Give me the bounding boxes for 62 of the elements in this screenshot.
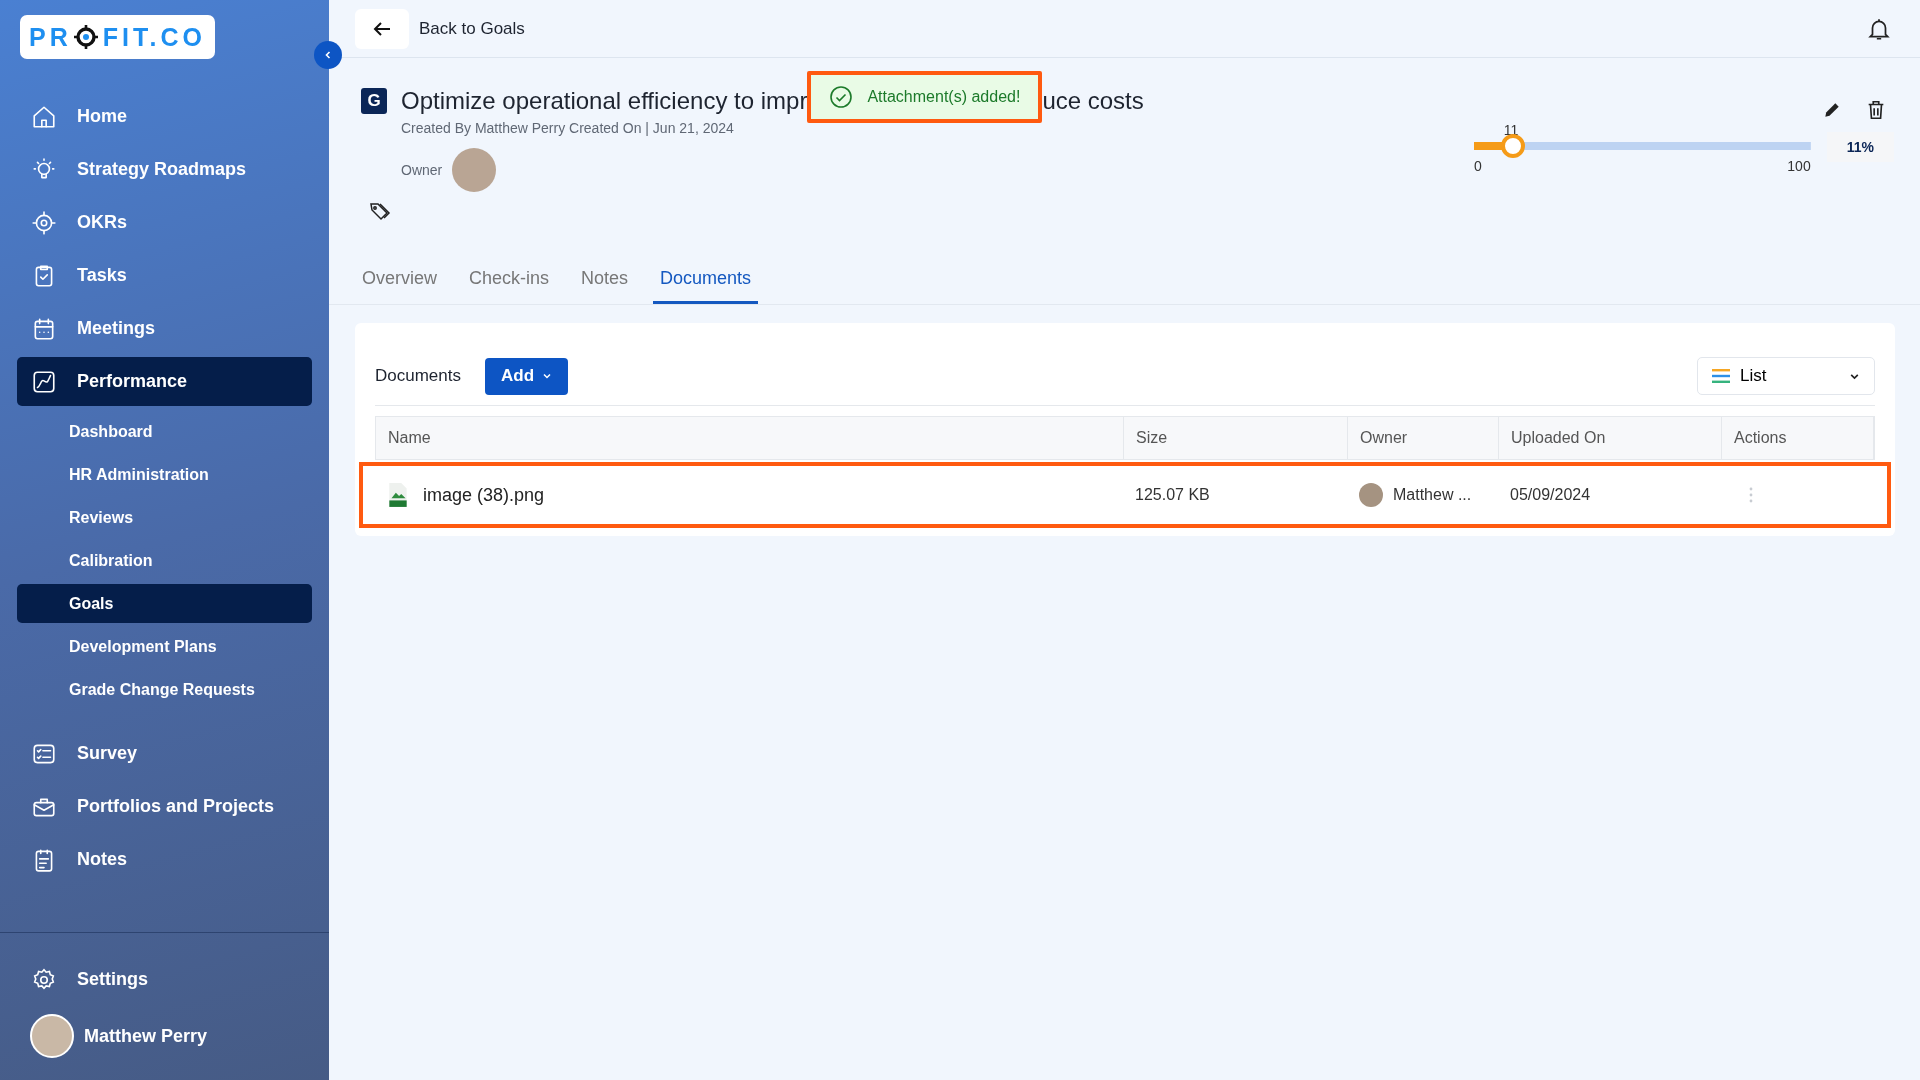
- nav-subitem[interactable]: Development Plans: [17, 627, 312, 666]
- nav-item[interactable]: Performance: [17, 357, 312, 406]
- nav-item[interactable]: Meetings: [17, 304, 312, 353]
- goal-title: uce costs: [1042, 87, 1144, 115]
- add-button[interactable]: Add: [485, 357, 569, 395]
- tab[interactable]: Overview: [355, 258, 444, 304]
- image-file-icon: [387, 482, 409, 508]
- toast-message: Attachment(s) added!: [867, 88, 1021, 106]
- progress-percent: 11%: [1826, 132, 1894, 162]
- chevron-down-icon: [542, 371, 553, 381]
- settings-item[interactable]: Settings: [17, 955, 312, 1004]
- target-icon: [31, 209, 57, 236]
- table-cell-text: 125.07 KB: [1134, 485, 1211, 505]
- file-name[interactable]: image (38).png: [423, 484, 545, 506]
- nav-subitem[interactable]: Goals: [17, 584, 312, 623]
- slider-thumb[interactable]: [1501, 134, 1526, 158]
- column-header: Actions: [1722, 417, 1874, 459]
- goal-meta: Created By Matthew Perry Created On | Jun 21, 2024: [401, 120, 735, 136]
- nav-subitem[interactable]: HR Administration: [17, 455, 312, 494]
- column-header: Name: [376, 417, 1124, 459]
- table-cell-text: 05/09/2024: [1509, 485, 1592, 505]
- owner-label: Owner: [401, 162, 443, 178]
- check-circle-icon: [829, 85, 854, 109]
- back-button[interactable]: [355, 8, 409, 49]
- nav-item[interactable]: Strategy Roadmaps: [17, 145, 312, 194]
- nav-item[interactable]: OKRs: [17, 198, 312, 247]
- logo-text: FIT.CO: [102, 22, 206, 52]
- tab[interactable]: Documents: [653, 258, 759, 304]
- nav-subitem[interactable]: Dashboard: [17, 412, 312, 451]
- nav-subitem[interactable]: Calibration: [17, 541, 312, 580]
- user-avatar[interactable]: [30, 1014, 74, 1058]
- owner-avatar: [452, 148, 497, 192]
- column-header: Size: [1124, 417, 1348, 459]
- slider-value: 11: [1503, 122, 1519, 138]
- goal-title: Optimize operational efficiency to impr: [401, 87, 808, 115]
- back-link[interactable]: Back to Goals: [419, 18, 525, 39]
- tab[interactable]: Notes: [574, 258, 636, 304]
- owner-avatar: [1359, 483, 1383, 507]
- slider-min: 0: [1474, 158, 1482, 174]
- column-header: Uploaded On: [1499, 417, 1722, 459]
- nav-subitem[interactable]: Grade Change Requests: [17, 670, 312, 709]
- documents-title: Documents: [375, 366, 461, 386]
- nav-subitem[interactable]: Reviews: [17, 498, 312, 537]
- view-dropdown[interactable]: List: [1697, 357, 1875, 395]
- collapse-button[interactable]: [314, 41, 342, 69]
- nav-item[interactable]: Survey: [17, 729, 312, 778]
- slider-max: 100: [1787, 158, 1811, 174]
- column-header: Owner: [1348, 417, 1499, 459]
- logo-text: PR: [29, 22, 72, 52]
- nav-item[interactable]: Tasks: [17, 251, 312, 300]
- goal-badge: G: [361, 88, 387, 114]
- list-icon: [1712, 369, 1730, 383]
- nav-item[interactable]: Notes: [17, 835, 312, 884]
- tab[interactable]: Check-ins: [462, 258, 557, 304]
- nav-item[interactable]: Home: [17, 92, 312, 141]
- chevron-left-icon: [323, 50, 333, 60]
- logo[interactable]: PR FIT.CO: [20, 15, 215, 59]
- nav-item[interactable]: Portfolios and Projects: [17, 782, 312, 831]
- user-name: Matthew Perry: [84, 1025, 208, 1047]
- pencil-icon: [1822, 100, 1842, 120]
- owner-name: Matthew ...: [1393, 486, 1472, 504]
- crosshair-icon: [73, 25, 98, 49]
